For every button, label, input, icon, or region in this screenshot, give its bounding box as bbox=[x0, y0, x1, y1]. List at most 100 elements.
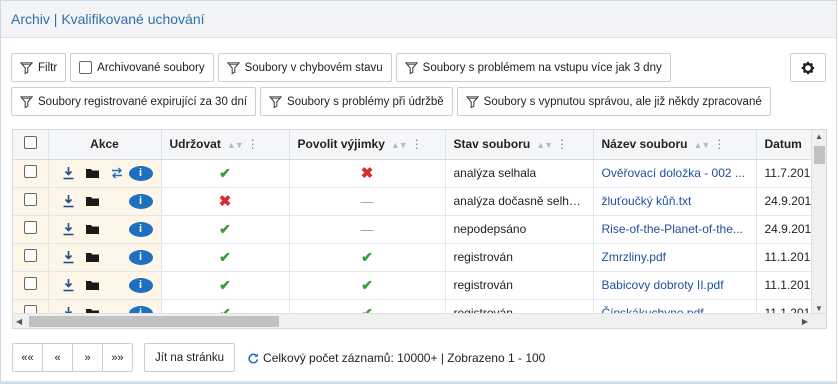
filter-button[interactable]: Soubory registrované expirující za 30 dn… bbox=[11, 87, 257, 116]
row-select-cell bbox=[13, 187, 49, 216]
row-select-cell bbox=[13, 159, 49, 188]
download-icon[interactable] bbox=[57, 194, 81, 208]
filter-button-label: Soubory registrované expirující za 30 dn… bbox=[38, 95, 248, 108]
row-checkbox[interactable] bbox=[23, 277, 37, 290]
filter-icon bbox=[269, 95, 283, 108]
page-title: Archiv | Kvalifikované uchování bbox=[11, 11, 205, 27]
gear-icon bbox=[801, 61, 815, 74]
filter-icon bbox=[20, 95, 33, 108]
download-icon[interactable] bbox=[57, 250, 81, 264]
sort-icon[interactable]: ▲▼ bbox=[694, 140, 711, 150]
scroll-down-icon[interactable]: ▼ bbox=[815, 304, 823, 313]
scroll-right-icon[interactable]: ▶ bbox=[802, 317, 808, 326]
stav-souboru-cell: registrován bbox=[445, 271, 594, 300]
filter-button[interactable]: Soubory s problémy při údržbě bbox=[260, 87, 453, 116]
column-header-udrzovat[interactable]: Udržovat ▲▼ ⋮ bbox=[161, 130, 290, 160]
dash-icon: — bbox=[360, 193, 374, 209]
sort-icon[interactable]: ▲▼ bbox=[391, 140, 408, 150]
filter-icon bbox=[465, 95, 479, 108]
sort-icon[interactable]: ▲▼ bbox=[536, 140, 553, 150]
previous-page-button[interactable]: « bbox=[42, 343, 73, 372]
row-checkbox[interactable] bbox=[23, 193, 37, 206]
row-select-cell bbox=[13, 215, 49, 244]
select-all-checkbox[interactable] bbox=[23, 136, 37, 150]
column-menu-icon[interactable]: ⋮ bbox=[556, 137, 568, 151]
folder-icon[interactable] bbox=[81, 223, 105, 235]
table-row[interactable]: i ✔ — nepodepsáno Rise-of-the-Planet-of-the.… bbox=[13, 215, 826, 244]
folder-icon[interactable] bbox=[81, 251, 105, 263]
nazev-souboru-link[interactable]: Babicovy dobroty II.pdf bbox=[593, 271, 757, 300]
pagination: «« « » »» Jít na stránku Celkový počet z… bbox=[12, 343, 545, 372]
nazev-souboru-link[interactable]: žluťoučký kůň.txt bbox=[593, 187, 757, 216]
first-page-button[interactable]: «« bbox=[12, 343, 43, 372]
archived-files-checkbox[interactable] bbox=[79, 61, 93, 74]
udrzovat-cell: ✖ bbox=[161, 187, 290, 216]
table-row[interactable]: i ✔ ✔ registrován Zmrzliny.pdf 11.1.2013 bbox=[13, 243, 826, 272]
filter-toolbar-row-1: Filtr Archivované soubory Soubory v chybov… bbox=[11, 53, 671, 82]
filter-button[interactable]: Soubory s problémem na vstupu více jak 3… bbox=[395, 53, 671, 82]
vertical-scrollbar[interactable]: ▲ ▼ bbox=[811, 130, 826, 315]
next-page-button[interactable]: » bbox=[72, 343, 103, 372]
horizontal-scroll-thumb[interactable] bbox=[29, 316, 279, 327]
nazev-souboru-link[interactable]: Ověřovací doložka - 002 ... bbox=[593, 159, 757, 188]
column-menu-icon[interactable]: ⋮ bbox=[411, 137, 423, 151]
row-checkbox[interactable] bbox=[23, 249, 37, 262]
check-icon: ✔ bbox=[219, 220, 231, 237]
folder-icon[interactable] bbox=[81, 167, 105, 179]
row-checkbox[interactable] bbox=[23, 221, 37, 234]
vertical-scroll-thumb[interactable] bbox=[814, 146, 825, 164]
sort-icon[interactable]: ▲▼ bbox=[227, 140, 244, 150]
select-all-cell bbox=[13, 130, 49, 160]
filter-button[interactable]: Soubory v chybovém stavu bbox=[217, 53, 392, 82]
info-icon[interactable]: i bbox=[128, 193, 153, 209]
povolit-vyjimky-cell: — bbox=[289, 187, 446, 216]
table-row[interactable]: i ✔ ✖ analýza selhala Ověřovací doložka - 00… bbox=[13, 159, 826, 188]
table-row[interactable]: i ✖ — analýza dočasně selhala žluťoučký kůň.… bbox=[13, 187, 826, 216]
settings-button[interactable] bbox=[790, 53, 826, 82]
info-icon[interactable]: i bbox=[128, 277, 153, 293]
dash-icon: — bbox=[360, 221, 374, 237]
nazev-souboru-link[interactable]: Rise-of-the-Planet-of-the... bbox=[593, 215, 757, 244]
filter-button-label: Filtr bbox=[38, 61, 58, 74]
info-icon[interactable]: i bbox=[128, 165, 153, 181]
download-icon[interactable] bbox=[57, 166, 81, 180]
archive-grid: Akce Udržovat ▲▼ ⋮ Povolit výjimky ▲▼ ⋮ Stav… bbox=[12, 129, 827, 329]
check-icon: ✔ bbox=[219, 248, 231, 265]
udrzovat-cell: ✔ bbox=[161, 271, 290, 300]
refresh-icon[interactable] bbox=[247, 352, 259, 364]
transfer-icon[interactable] bbox=[105, 167, 129, 179]
download-icon[interactable] bbox=[57, 222, 81, 236]
goto-page-button[interactable]: Jít na stránku bbox=[144, 343, 236, 372]
scroll-up-icon[interactable]: ▲ bbox=[815, 132, 823, 141]
archived-files-toggle[interactable]: Archivované soubory bbox=[70, 53, 214, 82]
scroll-left-icon[interactable]: ◀ bbox=[16, 317, 22, 326]
folder-icon[interactable] bbox=[81, 279, 105, 291]
table-row[interactable]: i ✔ ✔ registrován Babicovy dobroty II.pdf 11.… bbox=[13, 271, 826, 300]
filter-button-label: Soubory s problémy při údržbě bbox=[287, 95, 444, 108]
column-header-povolit-vyjimky[interactable]: Povolit výjimky ▲▼ ⋮ bbox=[289, 130, 446, 160]
actions-cell: i bbox=[48, 243, 162, 272]
nazev-souboru-link[interactable]: Zmrzliny.pdf bbox=[593, 243, 757, 272]
info-icon[interactable]: i bbox=[128, 221, 153, 237]
filter-icon bbox=[404, 61, 418, 74]
download-icon[interactable] bbox=[57, 278, 81, 292]
row-checkbox[interactable] bbox=[23, 165, 37, 178]
udrzovat-cell: ✔ bbox=[161, 243, 290, 272]
folder-icon[interactable] bbox=[81, 195, 105, 207]
filter-button[interactable]: Filtr bbox=[11, 53, 67, 82]
info-icon[interactable]: i bbox=[128, 249, 153, 265]
filter-button[interactable]: Soubory s vypnutou správou, ale již někd… bbox=[456, 87, 771, 116]
actions-cell: i bbox=[48, 187, 162, 216]
cross-icon: ✖ bbox=[218, 193, 232, 210]
cross-icon: ✖ bbox=[360, 165, 374, 182]
actions-cell: i bbox=[48, 215, 162, 244]
last-page-button[interactable]: »» bbox=[102, 343, 133, 372]
stav-souboru-cell: analýza dočasně selhala bbox=[445, 187, 594, 216]
column-header-nazev-souboru[interactable]: Název souboru ▲▼ ⋮ bbox=[593, 130, 757, 160]
row-select-cell bbox=[13, 243, 49, 272]
footer-divider bbox=[1, 381, 836, 383]
column-menu-icon[interactable]: ⋮ bbox=[247, 137, 259, 151]
column-menu-icon[interactable]: ⋮ bbox=[713, 137, 725, 151]
column-header-stav-souboru[interactable]: Stav souboru ▲▼ ⋮ bbox=[445, 130, 594, 160]
horizontal-scrollbar[interactable]: ◀ ▶ bbox=[13, 313, 826, 328]
